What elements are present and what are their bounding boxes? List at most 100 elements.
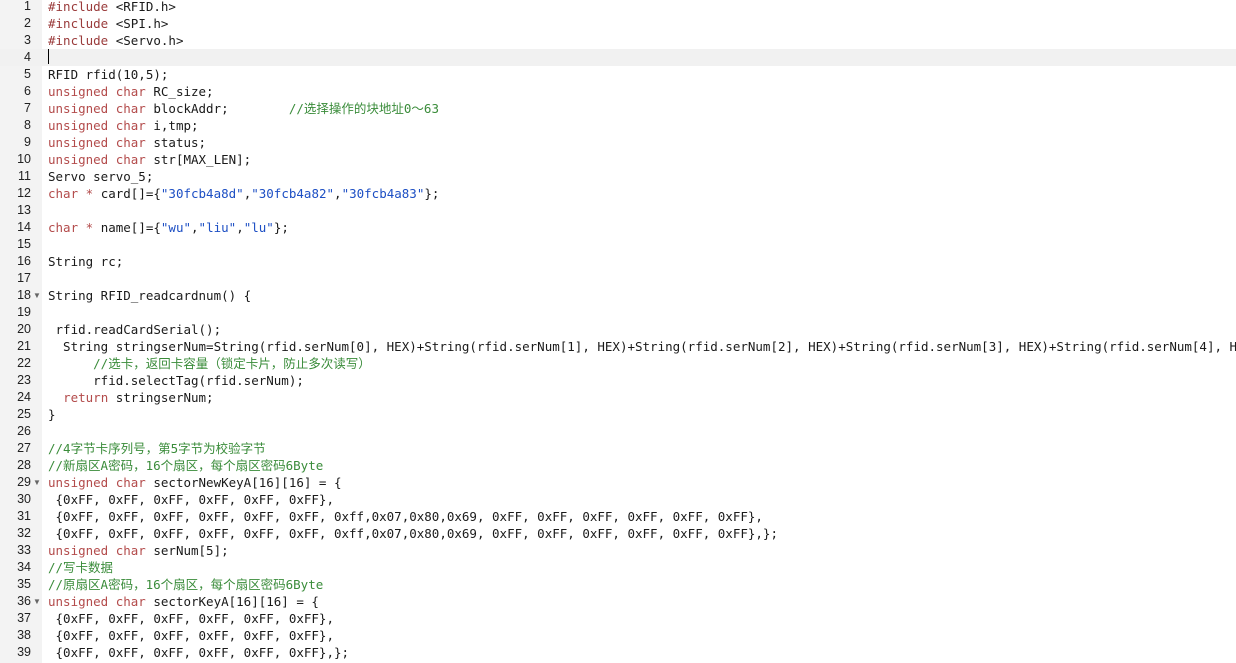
line-code: unsigned char str[MAX_LEN]; <box>48 151 251 168</box>
code-text: card[]={ <box>93 186 161 201</box>
code-text: RFID rfid(10,5); <box>48 67 169 82</box>
line-number: 7 <box>24 101 31 115</box>
code-line[interactable]: 36 ▼ unsigned char sectorKeyA[16][16] = { <box>0 593 1236 610</box>
line-number: 23 <box>17 373 31 387</box>
code-line[interactable]: 4 <box>0 49 1236 66</box>
fold-toggle-icon[interactable]: ▼ <box>33 474 41 491</box>
code-line[interactable]: 23 rfid.selectTag(rfid.serNum); <box>0 372 1236 389</box>
code-line[interactable]: 6 unsigned char RC_size; <box>0 83 1236 100</box>
code-line[interactable]: 39 {0xFF, 0xFF, 0xFF, 0xFF, 0xFF, 0xFF},… <box>0 644 1236 661</box>
code-line[interactable]: 37 {0xFF, 0xFF, 0xFF, 0xFF, 0xFF, 0xFF}, <box>0 610 1236 627</box>
code-text: }; <box>424 186 440 201</box>
preprocessor-token: #include <box>48 0 109 14</box>
code-line[interactable]: 15 <box>0 236 1236 253</box>
fold-toggle-icon[interactable]: ▼ <box>33 287 41 304</box>
line-number: 26 <box>17 424 31 438</box>
code-line[interactable]: 29 ▼ unsigned char sectorNewKeyA[16][16] =… <box>0 474 1236 491</box>
code-line[interactable]: 20 rfid.readCardSerial(); <box>0 321 1236 338</box>
code-text: , <box>236 220 244 235</box>
code-text: serNum[5]; <box>145 543 229 558</box>
code-line[interactable]: 33 unsigned char serNum[5]; <box>0 542 1236 559</box>
code-line[interactable]: 9 unsigned char status; <box>0 134 1236 151</box>
code-text: {0xFF, 0xFF, 0xFF, 0xFF, 0xFF, 0xFF}, <box>48 611 334 626</box>
code-line[interactable]: 11 Servo servo_5; <box>0 168 1236 185</box>
line-code: String RFID_readcardnum() { <box>48 287 251 304</box>
line-code: {0xFF, 0xFF, 0xFF, 0xFF, 0xFF, 0xFF}, <box>48 627 334 644</box>
comment-token: //新扇区A密码，16个扇区，每个扇区密码6Byte <box>48 458 324 473</box>
line-number: 36 <box>17 594 31 608</box>
keyword-token: char <box>48 186 79 201</box>
code-line[interactable]: 13 <box>0 202 1236 219</box>
code-line[interactable]: 30 {0xFF, 0xFF, 0xFF, 0xFF, 0xFF, 0xFF}, <box>0 491 1236 508</box>
code-line[interactable]: 17 <box>0 270 1236 287</box>
code-line[interactable]: 16 String rc; <box>0 253 1236 270</box>
line-code: //新扇区A密码，16个扇区，每个扇区密码6Byte <box>48 457 323 474</box>
code-line[interactable]: 34 //写卡数据 <box>0 559 1236 576</box>
line-code: Servo servo_5; <box>48 168 153 185</box>
code-line[interactable]: 19 <box>0 304 1236 321</box>
code-editor[interactable]: 1 #include <RFID.h> 2 #include <SPI.h> 3 #inc… <box>0 0 1236 663</box>
code-line[interactable]: 31 {0xFF, 0xFF, 0xFF, 0xFF, 0xFF, 0xFF, … <box>0 508 1236 525</box>
code-text: sectorKeyA[16][16] = { <box>145 594 319 609</box>
code-text: rfid.selectTag(rfid.serNum); <box>48 373 304 388</box>
code-text: <Servo.h> <box>108 33 184 48</box>
code-line[interactable]: 8 unsigned char i,tmp; <box>0 117 1236 134</box>
line-code: unsigned char sectorNewKeyA[16][16] = { <box>48 474 342 491</box>
line-code: unsigned char i,tmp; <box>48 117 199 134</box>
line-number: 39 <box>17 645 31 659</box>
comment-token: //写卡数据 <box>48 560 114 575</box>
string-token: "30fcb4a83" <box>341 186 425 201</box>
keyword-token: char <box>48 220 79 235</box>
line-number: 15 <box>17 237 31 251</box>
code-line[interactable]: 18 ▼ String RFID_readcardnum() { <box>0 287 1236 304</box>
keyword-token: unsigned char <box>48 543 146 558</box>
keyword-token: unsigned char <box>48 152 146 167</box>
line-number: 20 <box>17 322 31 336</box>
code-line[interactable]: 25} <box>0 406 1236 423</box>
fold-toggle-icon[interactable]: ▼ <box>33 593 41 610</box>
code-line[interactable]: 12 char * card[]={"30fcb4a8d","30fcb4a82"… <box>0 185 1236 202</box>
line-number: 12 <box>17 186 31 200</box>
code-line[interactable]: 1 #include <RFID.h> <box>0 0 1236 15</box>
line-number: 6 <box>24 84 31 98</box>
code-text: String rc; <box>48 254 124 269</box>
comment-token: //原扇区A密码，16个扇区，每个扇区密码6Byte <box>48 577 324 592</box>
line-code: unsigned char RC_size; <box>48 83 214 100</box>
line-code: //原扇区A密码，16个扇区，每个扇区密码6Byte <box>48 576 323 593</box>
code-line[interactable]: 22 //选卡，返回卡容量（锁定卡片，防止多次读写） <box>0 355 1236 372</box>
line-code: {0xFF, 0xFF, 0xFF, 0xFF, 0xFF, 0xFF, 0xf… <box>48 508 763 525</box>
code-line[interactable]: 26 <box>0 423 1236 440</box>
code-line[interactable]: 35 //原扇区A密码，16个扇区，每个扇区密码6Byte <box>0 576 1236 593</box>
code-text: <RFID.h> <box>108 0 176 14</box>
code-text: Servo servo_5; <box>48 169 154 184</box>
line-number: 8 <box>24 118 31 132</box>
code-lines[interactable]: 1 #include <RFID.h> 2 #include <SPI.h> 3 #inc… <box>0 0 1236 661</box>
comment-token: //4字节卡序列号，第5字节为校验字节 <box>48 441 266 456</box>
line-number: 22 <box>17 356 31 370</box>
line-code: char * name[]={"wu","liu","lu"}; <box>48 219 289 236</box>
comment-token: //选择操作的块地址0～63 <box>288 101 439 116</box>
line-number: 27 <box>17 441 31 455</box>
code-line[interactable]: 27 //4字节卡序列号，第5字节为校验字节 <box>0 440 1236 457</box>
code-text: <SPI.h> <box>108 16 169 31</box>
code-line[interactable]: 14 char * name[]={"wu","liu","lu"}; <box>0 219 1236 236</box>
line-code: //选卡，返回卡容量（锁定卡片，防止多次读写） <box>48 355 371 372</box>
code-line[interactable]: 5 RFID rfid(10,5); <box>0 66 1236 83</box>
code-text: blockAddr; <box>145 101 289 116</box>
code-line[interactable]: 24 return stringserNum; <box>0 389 1236 406</box>
keyword-token: unsigned char <box>48 84 146 99</box>
code-text: String stringserNum=String(rfid.serNum[0… <box>48 339 1236 354</box>
code-line[interactable]: 7 unsigned char blockAddr; //选择操作的块地址0～63 <box>0 100 1236 117</box>
code-line[interactable]: 3 #include <Servo.h> <box>0 32 1236 49</box>
code-line[interactable]: 32 {0xFF, 0xFF, 0xFF, 0xFF, 0xFF, 0xFF, … <box>0 525 1236 542</box>
code-line[interactable]: 38 {0xFF, 0xFF, 0xFF, 0xFF, 0xFF, 0xFF}, <box>0 627 1236 644</box>
line-code: char * card[]={"30fcb4a8d","30fcb4a82","… <box>48 185 439 202</box>
line-code: {0xFF, 0xFF, 0xFF, 0xFF, 0xFF, 0xFF},}; <box>48 644 350 661</box>
code-line[interactable]: 2 #include <SPI.h> <box>0 15 1236 32</box>
code-line[interactable]: 10 unsigned char str[MAX_LEN]; <box>0 151 1236 168</box>
line-number: 21 <box>17 339 31 353</box>
line-code: } <box>48 406 56 423</box>
code-line[interactable]: 28 //新扇区A密码，16个扇区，每个扇区密码6Byte <box>0 457 1236 474</box>
code-text: {0xFF, 0xFF, 0xFF, 0xFF, 0xFF, 0xFF},}; <box>48 645 350 660</box>
code-line[interactable]: 21 String stringserNum=String(rfid.serNu… <box>0 338 1236 355</box>
